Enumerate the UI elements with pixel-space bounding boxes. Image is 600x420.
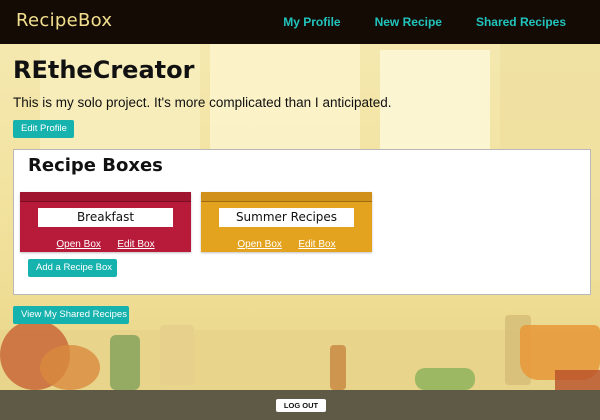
box-actions: Open Box Edit Box: [201, 234, 372, 252]
box-name: Breakfast: [38, 208, 173, 227]
box-lid: [201, 192, 372, 202]
page-title: REtheCreator: [13, 56, 195, 84]
box-lid: [20, 192, 191, 202]
box-name: Summer Recipes: [219, 208, 354, 227]
profile-intro: This is my solo project. It's more compl…: [13, 95, 392, 110]
nav-my-profile[interactable]: My Profile: [283, 15, 340, 29]
edit-box-link[interactable]: Edit Box: [298, 239, 335, 250]
recipe-box-summer-recipes: Summer Recipes Open Box Edit Box: [201, 192, 372, 252]
edit-box-link[interactable]: Edit Box: [117, 239, 154, 250]
box-actions: Open Box Edit Box: [20, 234, 191, 252]
nav-links: My Profile New Recipe Shared Recipes: [283, 0, 600, 44]
view-shared-recipes-button[interactable]: View My Shared Recipes: [13, 306, 129, 324]
open-box-link[interactable]: Open Box: [237, 239, 281, 250]
add-recipe-box-button[interactable]: Add a Recipe Box: [28, 259, 117, 277]
nav-shared-recipes[interactable]: Shared Recipes: [476, 15, 566, 29]
top-navbar: RecipeBox My Profile New Recipe Shared R…: [0, 0, 600, 44]
recipe-box-breakfast: Breakfast Open Box Edit Box: [20, 192, 191, 252]
nav-new-recipe[interactable]: New Recipe: [375, 15, 442, 29]
footer: LOG OUT: [0, 390, 600, 420]
open-box-link[interactable]: Open Box: [56, 239, 100, 250]
brand-logo[interactable]: RecipeBox: [16, 10, 112, 31]
edit-profile-button[interactable]: Edit Profile: [13, 120, 74, 138]
recipe-boxes-title: Recipe Boxes: [28, 155, 163, 176]
logout-button[interactable]: LOG OUT: [276, 399, 326, 412]
